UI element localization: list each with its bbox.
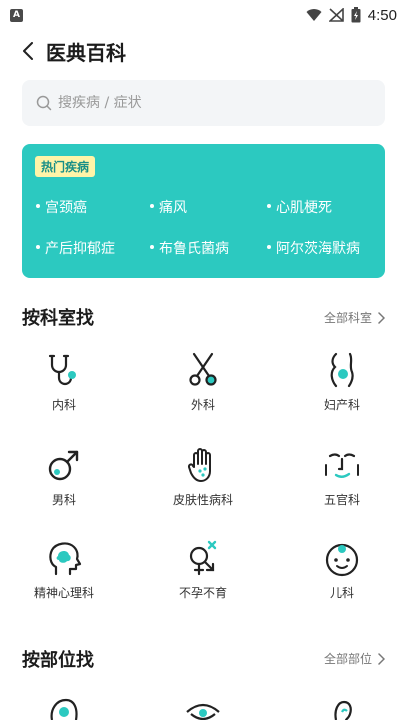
dept-item-pediatrics[interactable]: 儿科 [292,538,392,601]
face-icon [325,453,359,478]
all-departments-link[interactable]: 全部科室 [324,309,385,326]
stethoscope-icon [48,354,76,386]
hot-item[interactable]: 阿尔茨海默病 [267,238,360,258]
baby-face-icon [325,543,359,577]
search-icon [36,95,52,111]
male-symbol-icon [48,450,79,481]
app-notification-icon: A [10,8,23,22]
all-body-parts-link[interactable]: 全部部位 [324,650,385,667]
hot-diseases-tag: 热门疾病 [35,156,96,177]
signal-icon [328,8,344,22]
hot-item[interactable]: 心肌梗死 [267,197,332,217]
dept-item-ent[interactable]: 五官科 [292,445,392,508]
search-input[interactable] [58,95,358,111]
hot-diseases-card: 热门疾病 宫颈癌 痛风 心肌梗死 产后抑郁症 布鲁氏菌病 阿尔茨海默病 [22,144,385,278]
bullet-icon [150,204,154,208]
eye-body-part-icon[interactable] [183,696,223,720]
pregnancy-icon [330,352,354,388]
head-body-part-icon[interactable] [44,696,84,720]
ear-body-part-icon[interactable] [322,696,362,720]
chevron-right-icon [378,311,385,324]
dept-item-psychiatry[interactable]: 精神心理科 [14,538,114,601]
status-time: 4:50 [367,6,397,24]
dept-section-title: 按科室找 [22,308,94,329]
chevron-right-icon [378,652,385,665]
dept-item-andrology[interactable]: 男科 [14,445,114,508]
page-title: 医典百科 [46,41,126,65]
back-button[interactable] [16,38,40,64]
hot-item[interactable]: 宫颈癌 [36,197,87,217]
hand-skin-icon [187,448,211,482]
scissors-icon [189,352,217,386]
bullet-icon [36,245,40,249]
bullet-icon [267,245,271,249]
dept-item-dermatology[interactable]: 皮肤性病科 [153,445,253,508]
dept-item-infertility[interactable]: 不孕不育 [153,538,253,601]
chevron-left-icon [23,42,33,60]
bullet-icon [150,245,154,249]
hot-item[interactable]: 产后抑郁症 [36,238,115,258]
dept-item-surgery[interactable]: 外科 [153,350,253,413]
status-bar: A 4:50 [0,0,407,30]
dept-item-obstetrics[interactable]: 妇产科 [292,350,392,413]
infertility-icon [189,540,217,576]
wifi-icon [306,9,322,21]
battery-icon [351,7,361,23]
head-brain-icon [49,542,82,576]
hot-item[interactable]: 布鲁氏菌病 [150,238,229,258]
hot-item[interactable]: 痛风 [150,197,187,217]
body-section-title: 按部位找 [22,650,94,671]
search-bar[interactable] [22,80,385,126]
bullet-icon [36,204,40,208]
bullet-icon [267,204,271,208]
header: 医典百科 [0,34,407,68]
dept-item-internal-medicine[interactable]: 内科 [14,350,114,413]
